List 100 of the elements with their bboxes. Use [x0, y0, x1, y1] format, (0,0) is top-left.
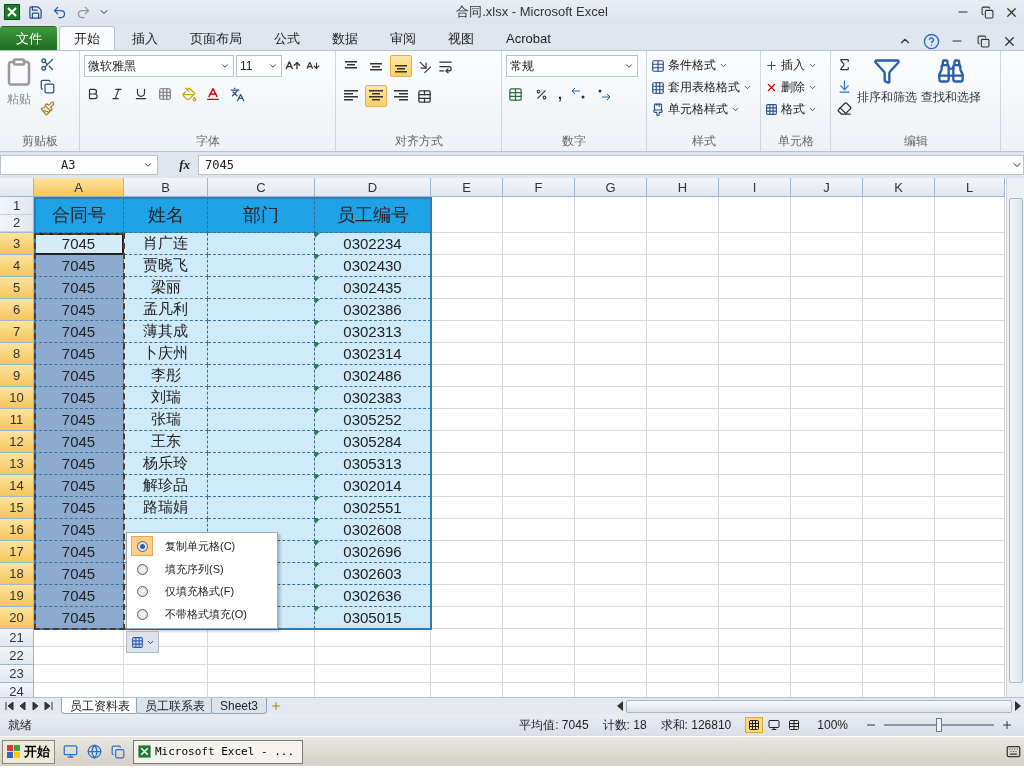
taskbar-button[interactable]: Microsoft Excel - ... [133, 739, 303, 764]
border-icon[interactable] [156, 85, 174, 103]
cells-menu-button[interactable]: 插入 [765, 55, 817, 76]
cells-menu-button[interactable]: 删除 [765, 77, 817, 98]
select-all-corner[interactable] [0, 178, 34, 197]
restore-icon[interactable] [978, 3, 996, 21]
ribbon-tab[interactable]: 插入 [117, 26, 173, 50]
row-header[interactable]: 6 [0, 299, 34, 321]
restore-icon[interactable] [974, 32, 992, 50]
merge-cells-icon[interactable] [415, 87, 433, 105]
font-name-field[interactable]: 微软雅黑 [84, 55, 234, 77]
column-header[interactable]: E [431, 178, 503, 197]
menu-item[interactable]: 复制单元格(C) [127, 535, 277, 558]
start-button[interactable]: 开始 [2, 739, 55, 764]
font-size-field[interactable]: 11 [236, 55, 282, 77]
row-header[interactable]: 24 [0, 683, 34, 697]
scroll-right-icon[interactable] [1014, 701, 1022, 711]
ribbon-tab[interactable]: 视图 [433, 26, 489, 50]
column-header[interactable]: C [208, 178, 315, 197]
row-header[interactable]: 16 [0, 519, 34, 541]
row-header[interactable]: 19 [0, 585, 34, 607]
radio-button[interactable] [136, 540, 148, 552]
row-header[interactable]: 5 [0, 277, 34, 299]
font-color-icon[interactable] [204, 85, 222, 103]
phonetic-icon[interactable] [228, 85, 246, 103]
column-header[interactable]: G [575, 178, 647, 197]
row-header[interactable]: 14 [0, 475, 34, 497]
row-header[interactable]: 18 [0, 563, 34, 585]
styles-menu-button[interactable]: 条件格式 [651, 55, 728, 76]
format-painter-icon[interactable] [38, 99, 56, 117]
normal-view-button[interactable] [745, 717, 764, 733]
comma-style-button[interactable]: , [558, 86, 562, 102]
name-box[interactable]: A3 [0, 155, 158, 175]
scrollbar-thumb[interactable] [1008, 198, 1023, 683]
row-header[interactable]: 21 [0, 629, 34, 647]
ribbon-tab[interactable]: Acrobat [491, 26, 566, 50]
menu-item-label: 填充序列(S) [165, 561, 224, 577]
radio-button[interactable] [136, 609, 148, 621]
row-header[interactable]: 13 [0, 453, 34, 475]
radio-button[interactable] [136, 563, 148, 575]
row-header[interactable]: 1 [0, 197, 33, 215]
column-header[interactable]: J [791, 178, 863, 197]
column-header[interactable]: H [647, 178, 719, 197]
ribbon-tab[interactable]: 页面布局 [175, 26, 257, 50]
sheet-tab[interactable]: Sheet3 [211, 698, 268, 714]
ribbon-tab[interactable]: 审阅 [375, 26, 431, 50]
row-header[interactable]: 2 [0, 214, 33, 232]
row-header[interactable]: 3 [0, 233, 34, 255]
cut-icon[interactable] [38, 55, 56, 73]
ribbon-tab[interactable]: 开始 [59, 26, 115, 50]
styles-menu-button[interactable]: 单元格样式 [651, 99, 740, 120]
row-header[interactable]: 4 [0, 255, 34, 277]
save-icon[interactable] [26, 3, 44, 21]
row-header[interactable]: 22 [0, 647, 34, 665]
menu-item[interactable]: 仅填充格式(F) [127, 580, 277, 604]
sort-filter-button[interactable]: 排序和筛选 [857, 89, 917, 106]
menu-item[interactable]: 填充序列(S) [127, 557, 277, 581]
row-header[interactable]: 12 [0, 431, 34, 453]
column-header[interactable]: D [315, 178, 431, 197]
column-header[interactable]: L [935, 178, 1005, 197]
number-format-field[interactable]: 常规 [506, 55, 638, 77]
column-header[interactable]: I [719, 178, 791, 197]
find-select-button[interactable]: 查找和选择 [921, 89, 981, 106]
desktop-icon[interactable] [61, 742, 79, 761]
column-header[interactable]: K [863, 178, 935, 197]
eraser-icon[interactable] [835, 99, 853, 117]
browser-icon[interactable] [85, 742, 103, 761]
ribbon-tab[interactable]: 数据 [317, 26, 373, 50]
paste-button[interactable]: 粘贴 [7, 91, 31, 108]
row-header[interactable]: 17 [0, 541, 34, 563]
column-header[interactable]: F [503, 178, 575, 197]
column-header[interactable]: B [124, 178, 208, 197]
sheet-tab[interactable]: 员工联系表 [136, 698, 214, 714]
row-header[interactable]: 9 [0, 365, 34, 387]
formula-field[interactable]: 7045 [198, 155, 1024, 175]
row-header[interactable]: 11 [0, 409, 34, 431]
scrollbar-thumb[interactable] [626, 699, 1012, 713]
radio-button[interactable] [136, 586, 148, 598]
zoom-slider-thumb[interactable] [936, 718, 942, 732]
insert-function-button[interactable]: fx [158, 157, 198, 173]
menu-item[interactable]: 不带格式填充(O) [127, 603, 277, 626]
fill-color-icon[interactable] [180, 85, 198, 103]
excel-logo-icon [4, 4, 20, 20]
row-header[interactable]: 8 [0, 343, 34, 365]
autofill-options-button[interactable] [126, 631, 159, 653]
help-icon[interactable] [922, 32, 940, 50]
sheet-tab[interactable]: 员工资料表 [61, 698, 139, 714]
cells-menu-button[interactable]: 格式 [765, 99, 817, 120]
file-tab[interactable]: 文件 [0, 26, 57, 50]
scroll-left-icon[interactable] [616, 701, 624, 711]
row-header[interactable]: 7 [0, 321, 34, 343]
ribbon-tab[interactable]: 公式 [259, 26, 315, 50]
copy-icon[interactable] [38, 77, 56, 95]
row-header[interactable]: 20 [0, 607, 34, 629]
row-header[interactable]: 23 [0, 665, 34, 683]
table-cell: 肖广连 [124, 233, 208, 255]
row-header[interactable]: 10 [0, 387, 34, 409]
column-header[interactable]: A [34, 178, 124, 197]
styles-menu-button[interactable]: 套用表格格式 [651, 77, 752, 98]
row-header[interactable]: 15 [0, 497, 34, 519]
